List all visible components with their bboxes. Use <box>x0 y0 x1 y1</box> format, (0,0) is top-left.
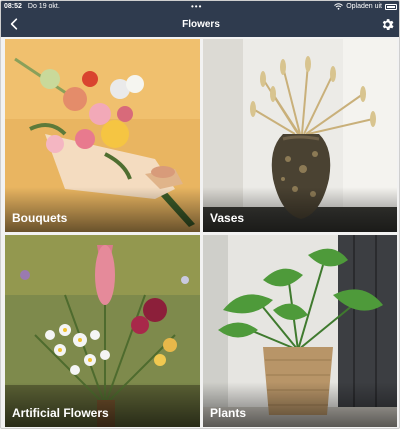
category-grid: Bouquets Vases Artificial Flowers Plants <box>5 39 397 428</box>
wifi-icon <box>334 3 344 10</box>
label-shade <box>203 187 397 232</box>
status-time: 08:52 <box>4 3 22 10</box>
page-title: Flowers <box>182 19 220 30</box>
label-shade <box>203 382 397 427</box>
multitasking-dots[interactable]: ••• <box>191 1 202 12</box>
category-label: Vases <box>210 211 245 225</box>
navigation-bar: Flowers <box>1 12 399 37</box>
app-screen: 08:52 Do 19 okt. ••• Opladen uit Flowers <box>0 0 400 429</box>
category-label: Artificial Flowers <box>12 406 109 420</box>
status-bar: 08:52 Do 19 okt. ••• Opladen uit <box>1 1 399 12</box>
label-shade <box>5 187 200 232</box>
gear-icon[interactable] <box>380 17 395 32</box>
battery-icon <box>385 3 397 10</box>
status-indicators: Opladen uit <box>334 1 397 12</box>
category-tile-vases[interactable]: Vases <box>203 39 397 232</box>
category-label: Plants <box>210 406 247 420</box>
category-tile-bouquets[interactable]: Bouquets <box>5 39 200 232</box>
label-shade <box>5 382 200 427</box>
category-tile-artificial-flowers[interactable]: Artificial Flowers <box>5 235 200 427</box>
charging-status: Opladen uit <box>346 3 382 10</box>
status-date: Do 19 okt. <box>27 3 60 10</box>
category-tile-plants[interactable]: Plants <box>203 235 397 427</box>
category-label: Bouquets <box>12 211 68 225</box>
